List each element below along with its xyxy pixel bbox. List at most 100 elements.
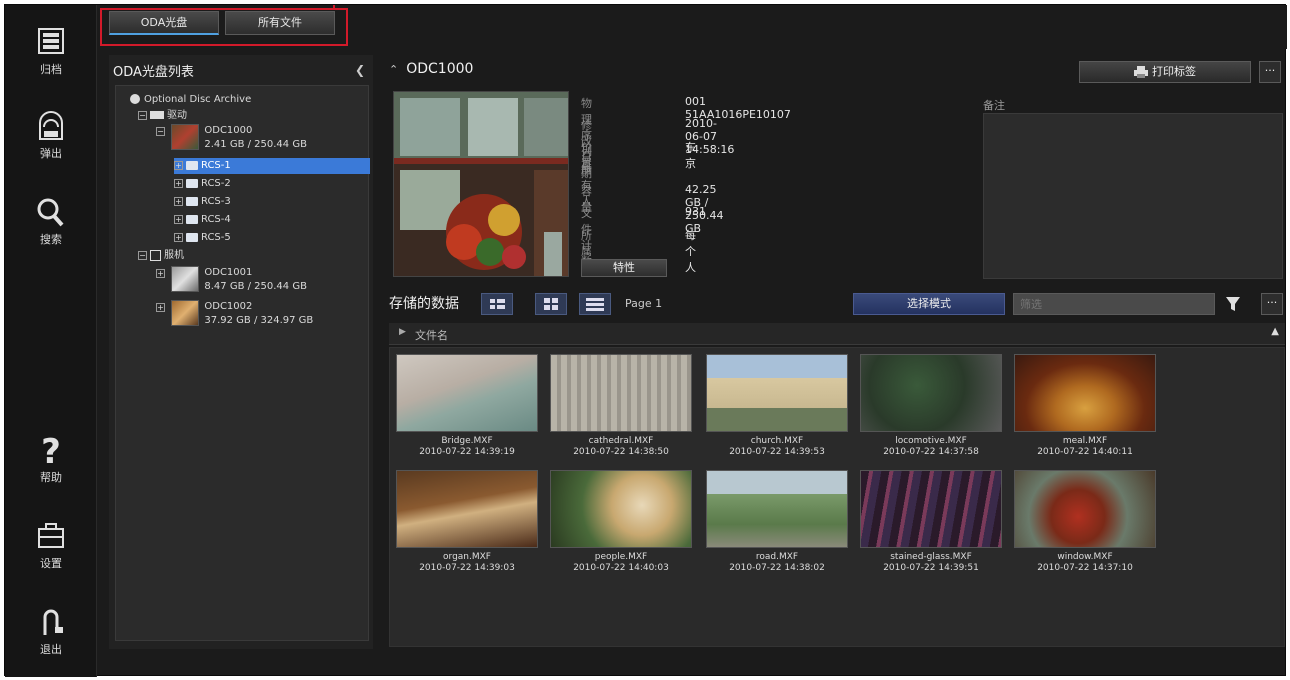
rail-archive-button[interactable]: 归档 — [5, 25, 97, 85]
tab-oda-discs[interactable]: ODA光盘 — [109, 11, 219, 35]
rail-settings-button[interactable]: 设置 — [5, 519, 97, 579]
file-thumbnail — [550, 354, 692, 432]
file-name: Bridge.MXF — [441, 436, 493, 446]
file-name: meal.MXF — [1062, 436, 1108, 446]
file-date: 2010-07-22 14:37:10 — [1037, 563, 1133, 573]
tree-root[interactable]: Optional Disc Archive — [130, 92, 251, 108]
disc-properties: 物理序列号 001 51AA1016PE10107 修改日期 2010-06-07 … — [581, 91, 971, 277]
tab-all-files[interactable]: 所有文件 — [225, 11, 335, 35]
disc-title: ⌃ ODC1000 — [389, 61, 473, 77]
list-view-button[interactable] — [481, 293, 513, 315]
tree-disc-odc1002[interactable]: + ODC1002 37.92 GB / 324.97 GB — [156, 300, 313, 330]
stored-data-toolbar: 存储的数据 Page 1 选择模式 ··· — [385, 291, 1285, 317]
rail-help-label: 帮助 — [40, 471, 62, 484]
file-tile-meal[interactable]: meal.MXF 2010-07-22 14:40:11 — [1012, 352, 1158, 462]
rail-eject-label: 弹出 — [40, 147, 62, 160]
tree-folder-rcs-4[interactable]: + RCS-4 — [174, 212, 231, 228]
prop-value: 东京 — [685, 141, 696, 170]
toolbox-icon — [38, 523, 64, 548]
folder-label: RCS-1 — [201, 160, 231, 171]
file-date: 2010-07-22 14:39:19 — [419, 447, 515, 457]
file-tile-organ[interactable]: organ.MXF 2010-07-22 14:39:03 — [394, 468, 540, 578]
rail-help-button[interactable]: ? 帮助 — [5, 433, 97, 493]
tree-drive-1[interactable]: − 驱动 — [138, 108, 187, 124]
folder-icon — [186, 178, 198, 188]
collapse-icon[interactable]: − — [138, 250, 147, 260]
scroll-up-icon[interactable]: ▲ — [1271, 326, 1279, 337]
rail-settings-label: 设置 — [40, 557, 62, 570]
rail-exit-button[interactable]: 退出 — [5, 605, 97, 665]
properties-button[interactable]: 特性 — [581, 259, 667, 277]
file-name: people.MXF — [594, 552, 648, 562]
more-options-button[interactable]: ··· — [1259, 61, 1281, 83]
expand-icon[interactable]: + — [174, 178, 183, 188]
file-tile-cathedral[interactable]: cathedral.MXF 2010-07-22 14:38:50 — [548, 352, 694, 462]
memo-textarea[interactable] — [983, 113, 1283, 279]
print-label-text: 打印标签 — [1152, 65, 1196, 78]
file-tile-road[interactable]: road.MXF 2010-07-22 14:38:02 — [704, 468, 850, 578]
print-label-button[interactable]: 打印标签 — [1079, 61, 1251, 83]
file-thumbnail — [860, 470, 1002, 548]
file-name: cathedral.MXF — [588, 436, 654, 446]
tree-folder-rcs-2[interactable]: + RCS-2 — [174, 176, 231, 192]
drive-icon — [150, 249, 161, 261]
collapse-panel-icon[interactable]: ❮ — [355, 63, 365, 77]
file-date: 2010-07-22 14:37:58 — [883, 447, 979, 457]
more-options-button[interactable]: ··· — [1261, 293, 1283, 315]
collapse-icon[interactable]: − — [138, 110, 147, 120]
tree-disc-odc1001[interactable]: + ODC1001 8.47 GB / 250.44 GB — [156, 266, 307, 296]
collapse-icon[interactable]: − — [156, 127, 165, 136]
file-tile-window[interactable]: window.MXF 2010-07-22 14:37:10 — [1012, 468, 1158, 578]
tree-disc-odc1000[interactable]: − ODC1000 2.41 GB / 250.44 GB — [156, 124, 307, 154]
filename-column-header[interactable]: ▶ 文件名 ▲ — [389, 323, 1285, 345]
page-indicator: Page 1 — [625, 297, 663, 310]
file-tile-stained-glass[interactable]: stained-glass.MXF 2010-07-22 14:39:51 — [858, 468, 1004, 578]
tree-drive-2-label: 服机 — [164, 250, 184, 261]
expand-icon[interactable]: + — [174, 214, 183, 224]
disc-icon — [130, 94, 140, 104]
filter-input[interactable] — [1013, 293, 1215, 315]
eject-icon — [39, 111, 63, 140]
thumbnail-view-button[interactable] — [535, 293, 567, 315]
expand-icon[interactable]: + — [156, 269, 165, 278]
file-thumbnail — [396, 470, 538, 548]
filter-icon[interactable] — [1225, 295, 1241, 313]
printer-icon — [1134, 66, 1148, 78]
prop-value: 931 — [685, 205, 706, 218]
rail-search-button[interactable]: 搜索 — [5, 195, 97, 255]
file-thumbnail — [550, 470, 692, 548]
file-thumbnail — [1014, 470, 1156, 548]
tree-drive-1-label: 驱动 — [167, 110, 187, 121]
file-tile-people[interactable]: people.MXF 2010-07-22 14:40:03 — [548, 468, 694, 578]
file-date: 2010-07-22 14:38:50 — [573, 447, 669, 457]
tree-drive-2[interactable]: − 服机 — [138, 248, 184, 264]
tree-folder-rcs-5[interactable]: + RCS-5 — [174, 230, 231, 246]
expand-icon[interactable]: + — [174, 196, 183, 206]
disc-thumbnail — [171, 266, 200, 292]
expand-icon[interactable]: + — [174, 160, 183, 170]
disc-capacity: 8.47 GB / 250.44 GB — [204, 281, 307, 292]
tree-folder-rcs-1[interactable]: + RCS-1 — [174, 158, 370, 174]
file-thumbnail — [706, 470, 848, 548]
disc-thumbnail — [171, 300, 200, 326]
file-date: 2010-07-22 14:40:03 — [573, 563, 669, 573]
disc-tree-panel: ODA光盘列表 ❮ Optional Disc Archive − 驱动 − OD… — [109, 55, 373, 649]
tree-folder-rcs-3[interactable]: + RCS-3 — [174, 194, 231, 210]
expand-icon[interactable]: + — [156, 303, 165, 312]
expand-icon[interactable]: + — [174, 232, 183, 242]
file-tile-locomotive[interactable]: locomotive.MXF 2010-07-22 14:37:58 — [858, 352, 1004, 462]
folder-label: RCS-2 — [201, 178, 231, 189]
select-mode-button[interactable]: 选择模式 — [853, 293, 1005, 315]
chevron-up-icon[interactable]: ⌃ — [389, 63, 398, 76]
disc-name: ODC1001 — [204, 267, 253, 278]
file-tile-bridge[interactable]: Bridge.MXF 2010-07-22 14:39:19 — [394, 352, 540, 462]
svg-text:?: ? — [41, 433, 61, 467]
tree-panel-title: ODA光盘列表 — [113, 65, 194, 80]
file-name: locomotive.MXF — [895, 436, 967, 446]
detail-view-icon — [490, 299, 505, 309]
rail-eject-button[interactable]: 弹出 — [5, 109, 97, 169]
compact-view-button[interactable] — [579, 293, 611, 315]
file-tile-church[interactable]: church.MXF 2010-07-22 14:39:53 — [704, 352, 850, 462]
disc-name: ODC1002 — [204, 301, 253, 312]
folder-icon — [186, 196, 198, 206]
